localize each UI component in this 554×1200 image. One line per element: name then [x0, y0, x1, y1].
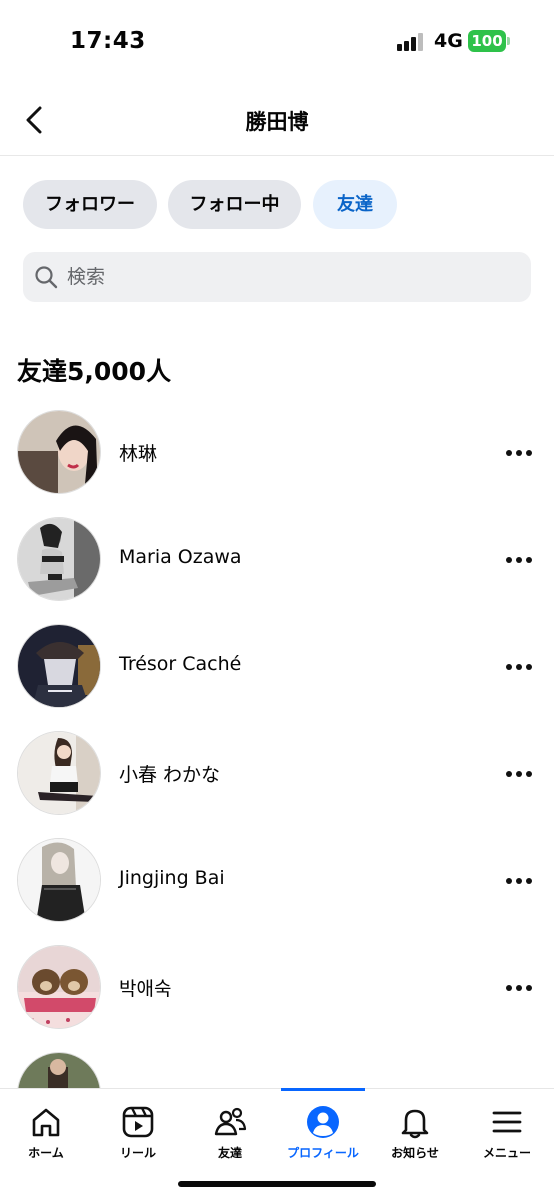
more-options-icon[interactable] — [500, 755, 540, 791]
more-options-icon[interactable] — [500, 969, 540, 1005]
tab-label: ホーム — [28, 1146, 64, 1160]
avatar[interactable] — [17, 945, 101, 1029]
nav-header: 勝田博 — [0, 84, 554, 156]
tab-profile[interactable]: プロフィール — [277, 1100, 369, 1170]
tab-label: 友達 — [217, 1146, 242, 1160]
tab-followers[interactable]: フォロワー — [23, 180, 157, 229]
avatar[interactable] — [17, 517, 101, 601]
friend-name[interactable]: 林琳 — [119, 439, 157, 466]
page: 17:43 4G 100 勝田博 フォロワー フォロー中 友達 友達5,000人 — [0, 0, 554, 1200]
home-icon — [32, 1108, 60, 1137]
tab-friends[interactable]: 友達 — [313, 180, 397, 229]
friend-name[interactable]: Trésor Caché — [119, 653, 241, 675]
search-icon — [35, 266, 58, 289]
page-title: 勝田博 — [245, 110, 309, 134]
friend-row[interactable]: 林琳 — [0, 410, 554, 510]
search-input[interactable] — [67, 252, 507, 302]
home-indicator — [178, 1181, 376, 1187]
more-options-icon[interactable] — [500, 541, 540, 577]
tab-label: プロフィール — [287, 1146, 359, 1160]
avatar[interactable] — [17, 731, 101, 815]
avatar[interactable] — [17, 838, 101, 922]
more-options-icon[interactable] — [500, 434, 540, 470]
reels-icon — [122, 1106, 154, 1138]
more-options-icon[interactable] — [500, 648, 540, 684]
battery-cap — [507, 37, 510, 45]
tab-home[interactable]: ホーム — [0, 1100, 92, 1170]
friend-name[interactable]: Maria Ozawa — [119, 546, 242, 568]
friends-count-heading: 友達5,000人 — [17, 357, 172, 386]
network-type: 4G — [434, 30, 463, 52]
avatar[interactable] — [17, 410, 101, 494]
avatar[interactable] — [17, 624, 101, 708]
bell-icon — [401, 1109, 429, 1139]
tab-label: お知らせ — [391, 1146, 439, 1160]
status-bar: 17:43 4G 100 — [0, 0, 554, 80]
friend-name[interactable]: 小春 わかな — [119, 760, 220, 787]
menu-icon — [492, 1111, 522, 1133]
tab-label: リール — [119, 1146, 156, 1160]
friend-row[interactable]: 박애숙 — [0, 945, 554, 1045]
tab-notifications[interactable]: お知らせ — [369, 1100, 461, 1170]
friend-row[interactable]: Jingjing Bai — [0, 838, 554, 938]
active-tab-indicator — [281, 1088, 365, 1091]
signal-icon — [397, 33, 425, 51]
tab-menu[interactable]: メニュー — [461, 1100, 553, 1170]
friend-row[interactable]: Trésor Caché — [0, 624, 554, 724]
more-options-icon[interactable] — [500, 862, 540, 898]
battery-icon: 100 — [468, 30, 506, 52]
tab-following[interactable]: フォロー中 — [168, 180, 301, 229]
search-bar[interactable] — [23, 252, 531, 302]
friend-name[interactable]: Jingjing Bai — [119, 867, 225, 889]
friend-name[interactable]: 박애숙 — [119, 974, 171, 1001]
tab-friends[interactable]: 友達 — [184, 1100, 276, 1170]
tab-label: メニュー — [482, 1146, 531, 1160]
friends-icon — [214, 1107, 247, 1136]
friend-row[interactable]: 小春 わかな — [0, 731, 554, 831]
friend-row[interactable]: Maria Ozawa — [0, 517, 554, 617]
profile-icon — [307, 1106, 339, 1138]
tab-reels[interactable]: リール — [92, 1100, 184, 1170]
status-time: 17:43 — [70, 28, 146, 54]
